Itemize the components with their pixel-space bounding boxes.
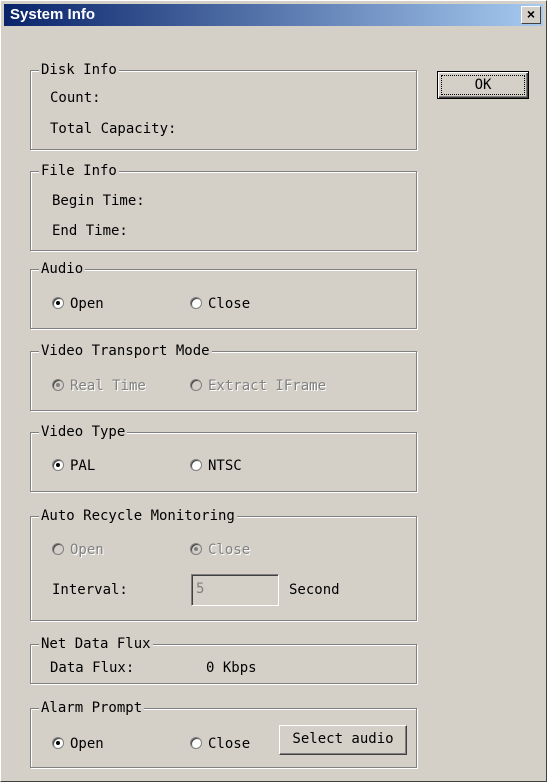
audio-group: Audio Open Close [30,260,417,329]
video-type-group: Video Type PAL NTSC [30,423,417,492]
video-transport-legend: Video Transport Mode [39,342,212,360]
radio-selected-icon [52,297,64,309]
interval-unit-label: Second [289,582,340,598]
data-flux-label: Data Flux: [50,660,135,676]
video-transport-group: Video Transport Mode Real Time Extract I… [30,342,417,411]
video-type-legend: Video Type [39,423,128,441]
disk-info-group: Disk Info Count: Total Capacity: [30,61,417,150]
radio-unselected-icon [52,543,64,555]
system-info-dialog: System Info × OK Disk Info Count: Total … [0,0,547,782]
recycle-open-radio[interactable]: Open [52,541,104,559]
end-time-label: End Time: [52,223,128,239]
ok-button[interactable]: OK [437,71,529,99]
disk-info-legend: Disk Info [39,61,119,79]
extract-iframe-radio[interactable]: Extract IFrame [190,377,326,395]
net-flux-legend: Net Data Flux [39,635,153,653]
audio-open-radio[interactable]: Open [52,295,104,313]
auto-recycle-legend: Auto Recycle Monitoring [39,507,237,525]
real-time-radio[interactable]: Real Time [52,377,146,395]
radio-selected-icon [52,737,64,749]
ntsc-radio[interactable]: NTSC [190,457,242,475]
radio-unselected-icon [190,737,202,749]
data-flux-value: 0 Kbps [206,660,257,676]
radio-selected-icon [190,543,202,555]
close-button[interactable]: × [521,6,541,24]
audio-legend: Audio [39,260,86,278]
radio-unselected-icon [190,459,202,471]
alarm-prompt-group: Alarm Prompt Open Close Select audio [30,699,417,768]
audio-close-radio[interactable]: Close [190,295,250,313]
file-info-legend: File Info [39,162,119,180]
radio-selected-icon [52,459,64,471]
begin-time-label: Begin Time: [52,193,145,209]
recycle-close-radio[interactable]: Close [190,541,250,559]
title-bar: System Info × [4,4,543,26]
file-info-group: File Info Begin Time: End Time: [30,162,417,251]
alarm-prompt-legend: Alarm Prompt [39,699,145,717]
select-audio-button[interactable]: Select audio [279,725,407,755]
alarm-close-radio[interactable]: Close [190,735,250,753]
window-title: System Info [10,6,96,23]
radio-selected-icon [52,379,64,391]
disk-count-label: Count: [50,90,101,106]
radio-unselected-icon [190,297,202,309]
auto-recycle-group: Auto Recycle Monitoring Open Close Inter… [30,507,417,621]
total-capacity-label: Total Capacity: [50,121,177,137]
pal-radio[interactable]: PAL [52,457,95,475]
alarm-open-radio[interactable]: Open [52,735,104,753]
interval-input[interactable]: 5 [191,574,279,606]
net-flux-group: Net Data Flux Data Flux: 0 Kbps [30,635,417,684]
radio-unselected-icon [190,379,202,391]
interval-label: Interval: [52,582,128,598]
